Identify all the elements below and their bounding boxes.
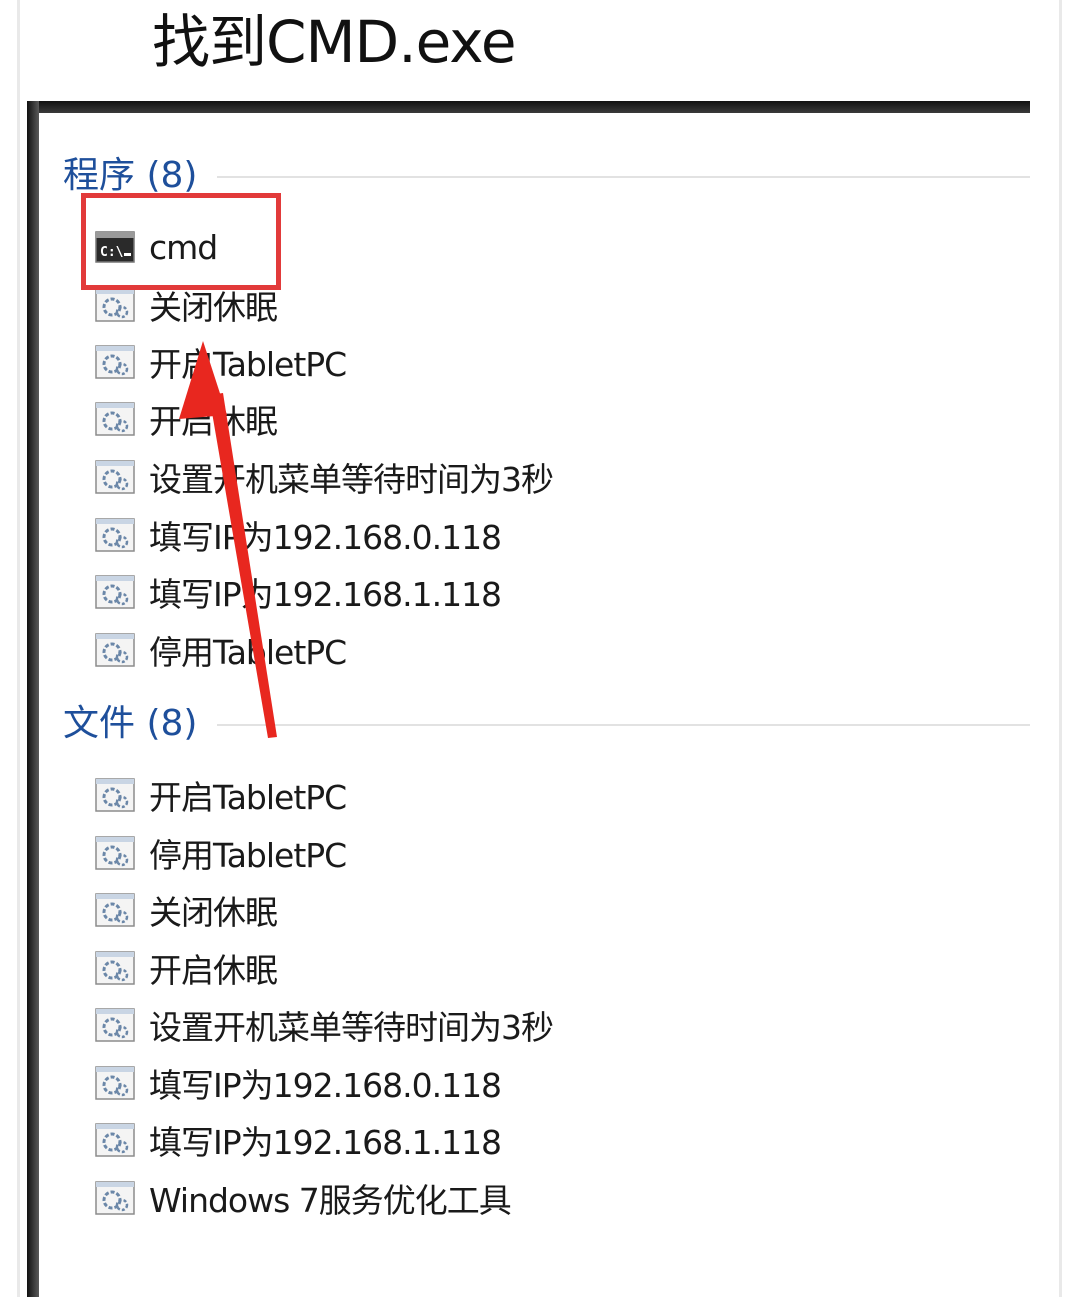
annotation-arrow bbox=[179, 341, 277, 738]
page-frame-right bbox=[1059, 0, 1062, 1297]
arrow-shaft bbox=[209, 393, 277, 738]
tutorial-caption: 找到CMD.exe bbox=[152, 8, 517, 76]
page-frame-left bbox=[17, 0, 20, 1297]
start-menu-search-results: 程序 (8) C:\ cmd 关闭休眠 开启TabletPC 开启休眠 设置开机… bbox=[27, 101, 1030, 1297]
arrow-head bbox=[179, 341, 227, 419]
